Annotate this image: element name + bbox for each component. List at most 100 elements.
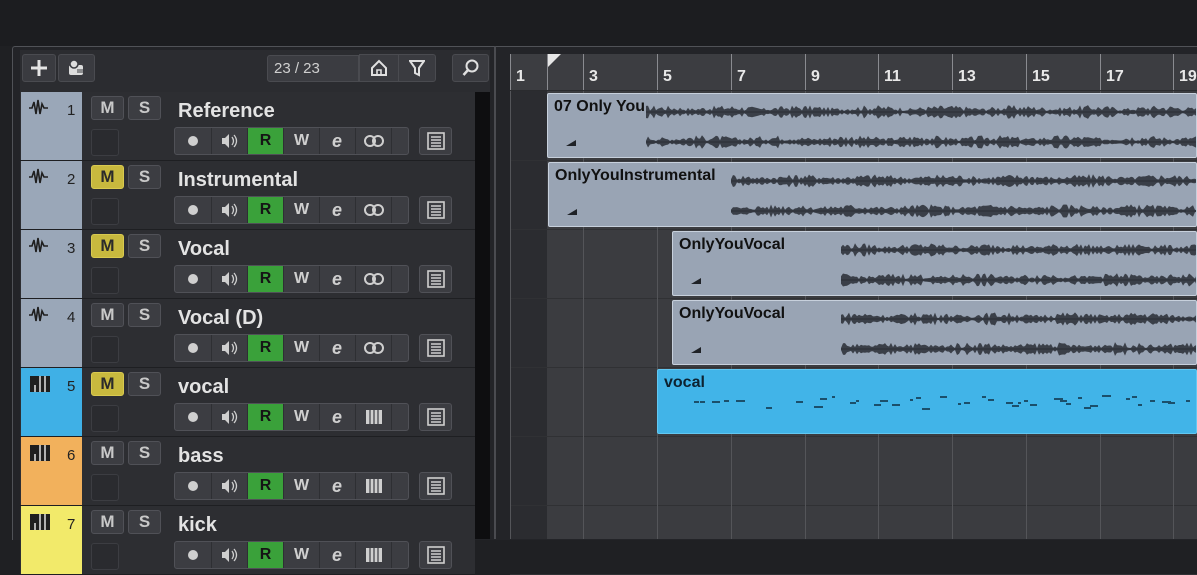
monitor-button[interactable] xyxy=(212,404,248,430)
track-select-box[interactable] xyxy=(91,129,119,156)
track-settings-button[interactable] xyxy=(419,541,452,569)
search-button[interactable] xyxy=(452,54,489,82)
timeline-ruler[interactable]: 1 3 5 7 9 11 13 15 17 19 xyxy=(510,54,1197,91)
track-color-strip[interactable]: 4 xyxy=(21,299,82,367)
audio-event[interactable]: OnlyYouVocal xyxy=(672,231,1197,296)
record-enable-button[interactable] xyxy=(175,542,212,568)
solo-button[interactable]: S xyxy=(128,96,161,120)
write-automation-button[interactable]: W xyxy=(284,266,320,292)
mute-button[interactable]: M xyxy=(91,234,124,258)
mute-button[interactable]: M xyxy=(91,96,124,120)
track-row[interactable]: 1 M S Reference R W e xyxy=(20,92,475,161)
record-enable-button[interactable] xyxy=(175,128,212,154)
track-row[interactable]: 5 M S vocal R W e xyxy=(20,368,475,437)
audio-event[interactable]: OnlyYouInstrumental xyxy=(548,162,1197,227)
track-color-strip[interactable]: 7 xyxy=(21,506,82,574)
solo-button[interactable]: S xyxy=(128,372,161,396)
track-name[interactable]: Vocal (D) xyxy=(178,307,263,330)
track-name[interactable]: Vocal xyxy=(178,238,230,261)
audio-event[interactable]: OnlyYouVocal xyxy=(672,300,1197,365)
track-name[interactable]: bass xyxy=(178,445,224,468)
solo-button[interactable]: S xyxy=(128,441,161,465)
monitor-button[interactable] xyxy=(212,266,248,292)
edit-instrument-button[interactable] xyxy=(356,542,392,568)
write-automation-button[interactable]: W xyxy=(284,473,320,499)
solo-button[interactable]: S xyxy=(128,510,161,534)
monitor-button[interactable] xyxy=(212,542,248,568)
solo-button[interactable]: S xyxy=(128,165,161,189)
mute-button[interactable]: M xyxy=(91,510,124,534)
edit-channel-button[interactable]: e xyxy=(320,197,356,223)
track-select-box[interactable] xyxy=(91,336,119,363)
read-automation-button[interactable]: R xyxy=(248,473,284,499)
event-display[interactable]: 07 Only You OnlyYouInstrumental OnlyYouVoc… xyxy=(510,91,1197,575)
link-button[interactable] xyxy=(356,197,392,223)
track-name[interactable]: Reference xyxy=(178,100,275,123)
track-name[interactable]: kick xyxy=(178,514,217,537)
read-automation-button[interactable]: R xyxy=(248,266,284,292)
link-button[interactable] xyxy=(356,128,392,154)
add-track-from-template-button[interactable] xyxy=(58,54,95,82)
track-select-box[interactable] xyxy=(91,405,119,432)
read-automation-button[interactable]: R xyxy=(248,335,284,361)
edit-channel-button[interactable]: e xyxy=(320,542,356,568)
link-button[interactable] xyxy=(356,266,392,292)
edit-instrument-button[interactable] xyxy=(356,473,392,499)
track-select-box[interactable] xyxy=(91,543,119,570)
track-color-strip[interactable]: 6 xyxy=(21,437,82,505)
solo-button[interactable]: S xyxy=(128,303,161,327)
filter-button[interactable] xyxy=(398,54,436,82)
track-color-strip[interactable]: 3 xyxy=(21,230,82,298)
monitor-button[interactable] xyxy=(212,473,248,499)
track-select-box[interactable] xyxy=(91,267,119,294)
edit-channel-button[interactable]: e xyxy=(320,128,356,154)
track-select-box[interactable] xyxy=(91,474,119,501)
mute-button[interactable]: M xyxy=(91,441,124,465)
track-row[interactable]: 6 M S bass R W e xyxy=(20,437,475,506)
mute-button[interactable]: M xyxy=(91,303,124,327)
audio-event[interactable]: 07 Only You xyxy=(547,93,1197,158)
track-list-scrollbar[interactable] xyxy=(475,92,490,539)
read-automation-button[interactable]: R xyxy=(248,404,284,430)
solo-button[interactable]: S xyxy=(128,234,161,258)
mute-button[interactable]: M xyxy=(91,165,124,189)
left-locator-marker[interactable] xyxy=(547,54,561,68)
monitor-button[interactable] xyxy=(212,335,248,361)
read-automation-button[interactable]: R xyxy=(248,197,284,223)
track-row[interactable]: 4 M S Vocal (D) R W e xyxy=(20,299,475,368)
write-automation-button[interactable]: W xyxy=(284,128,320,154)
track-name[interactable]: Instrumental xyxy=(178,169,298,192)
record-enable-button[interactable] xyxy=(175,473,212,499)
link-button[interactable] xyxy=(356,335,392,361)
track-color-strip[interactable]: 5 xyxy=(21,368,82,436)
write-automation-button[interactable]: W xyxy=(284,197,320,223)
record-enable-button[interactable] xyxy=(175,197,212,223)
midi-event[interactable]: vocal xyxy=(657,369,1197,434)
track-settings-button[interactable] xyxy=(419,403,452,431)
mute-button[interactable]: M xyxy=(91,372,124,396)
write-automation-button[interactable]: W xyxy=(284,335,320,361)
edit-channel-button[interactable]: e xyxy=(320,335,356,361)
record-enable-button[interactable] xyxy=(175,335,212,361)
track-settings-button[interactable] xyxy=(419,196,452,224)
track-row[interactable]: 2 M S Instrumental R W e xyxy=(20,161,475,230)
edit-channel-button[interactable]: e xyxy=(320,404,356,430)
track-settings-button[interactable] xyxy=(419,472,452,500)
add-track-button[interactable] xyxy=(22,54,56,82)
edit-channel-button[interactable]: e xyxy=(320,473,356,499)
edit-channel-button[interactable]: e xyxy=(320,266,356,292)
track-color-strip[interactable]: 2 xyxy=(21,161,82,229)
pane-divider[interactable] xyxy=(494,46,496,539)
track-settings-button[interactable] xyxy=(419,334,452,362)
write-automation-button[interactable]: W xyxy=(284,404,320,430)
record-enable-button[interactable] xyxy=(175,404,212,430)
track-settings-button[interactable] xyxy=(419,265,452,293)
track-select-box[interactable] xyxy=(91,198,119,225)
track-color-strip[interactable]: 1 xyxy=(21,92,82,160)
monitor-button[interactable] xyxy=(212,128,248,154)
write-automation-button[interactable]: W xyxy=(284,542,320,568)
record-enable-button[interactable] xyxy=(175,266,212,292)
edit-instrument-button[interactable] xyxy=(356,404,392,430)
monitor-button[interactable] xyxy=(212,197,248,223)
track-name[interactable]: vocal xyxy=(178,376,229,399)
